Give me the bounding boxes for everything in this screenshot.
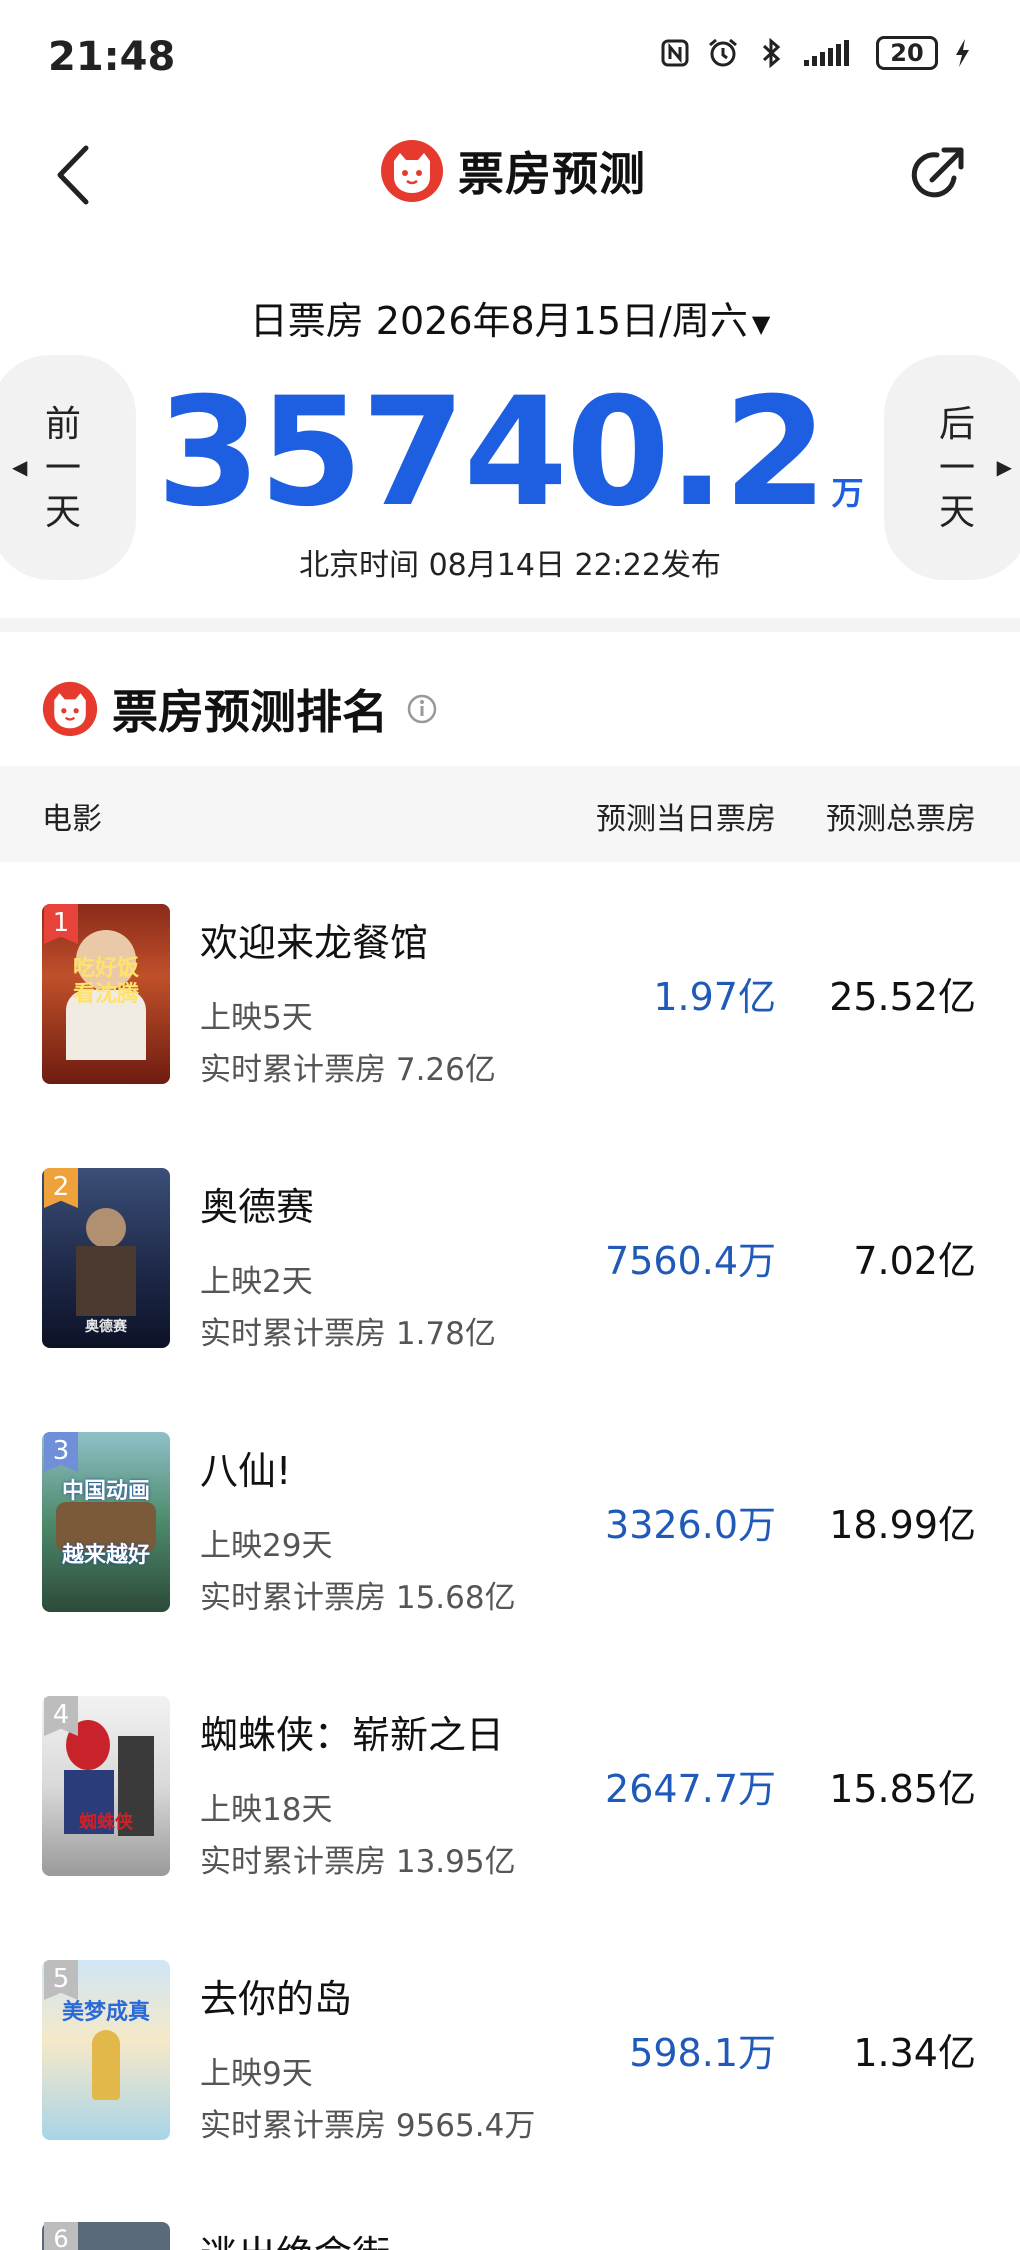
nav-header: 票房预测 <box>0 120 1020 230</box>
movie-day-forecast: 1.97亿 <box>653 975 776 1019</box>
movie-name: 欢迎来龙餐馆 <box>200 921 429 965</box>
movie-row[interactable]: 蜘蛛侠 4 蜘蛛侠：崭新之日 上映18天 实时累计票房 13.95亿 2647.… <box>0 1654 1020 1918</box>
rank-badge: 4 <box>44 1696 78 1736</box>
poster-caption: 吃好饭 看沈腾 <box>72 956 139 1007</box>
movie-cumulative: 实时累计票房 9565.4万 <box>200 2108 536 2144</box>
movie-total-forecast: 18.99亿 <box>829 1503 976 1547</box>
movie-total-forecast: 25.52亿 <box>829 975 976 1019</box>
movie-name: 奥德赛 <box>200 1185 315 1229</box>
movie-poster: 中国动画 越来越好 3 <box>42 1432 170 1612</box>
maoyan-logo-icon <box>42 681 98 737</box>
col-movie: 电影 <box>42 802 102 837</box>
date-selector[interactable]: 日票房 2026年8月15日/周六 ▼ <box>0 290 1020 345</box>
movie-total-forecast: 15.85亿 <box>829 1767 976 1811</box>
movie-name: 蜘蛛侠：崭新之日 <box>200 1713 505 1757</box>
page-title: 票房预测 <box>458 147 646 201</box>
movie-row[interactable]: 吃好饭 看沈腾 1 欢迎来龙餐馆 上映5天 实时累计票房 7.26亿 1.97亿 … <box>0 862 1020 1126</box>
movie-day-forecast: 2647.7万 <box>605 1767 776 1811</box>
caret-down-icon: ▼ <box>751 309 771 338</box>
movie-days: 上映18天 <box>200 1792 333 1828</box>
poster-caption: 中国动画 越来越好 <box>61 1479 150 1568</box>
share-button[interactable] <box>904 142 970 208</box>
movie-day-forecast: 598.1万 <box>629 2031 776 2075</box>
movie-poster: 蜘蛛侠 4 <box>42 1696 170 1876</box>
movie-name: 八仙! <box>200 1449 292 1493</box>
movie-days: 上映5天 <box>200 1000 313 1036</box>
movie-day-forecast: 7560.4万 <box>605 1239 776 1283</box>
poster-caption: 美梦成真 <box>61 2000 150 2025</box>
info-icon[interactable] <box>406 693 438 725</box>
signal-icon <box>802 36 862 70</box>
movie-row[interactable]: 奥德赛 2 奥德赛 上映2天 实时累计票房 1.78亿 7560.4万 7.02… <box>0 1126 1020 1390</box>
col-total-forecast[interactable]: 预测总票房 <box>826 794 976 838</box>
section-divider <box>0 618 1020 632</box>
movie-poster: 吃好饭 看沈腾 1 <box>42 904 170 1084</box>
share-icon <box>911 147 964 198</box>
publish-time: 北京时间 08月14日 22:22发布 <box>299 548 721 583</box>
movie-name: 逃出绝命街 <box>200 2224 390 2250</box>
movie-poster: 奥德赛 2 <box>42 1168 170 1348</box>
status-icons: 20 <box>658 36 972 70</box>
movie-poster: 美梦成真 5 <box>42 1960 170 2140</box>
movie-days: 上映29天 <box>200 1528 333 1564</box>
back-button[interactable] <box>50 140 100 210</box>
movie-poster: 6 <box>42 2222 170 2250</box>
nfc-icon <box>658 36 692 70</box>
movie-row[interactable]: 美梦成真 5 去你的岛 上映9天 实时累计票房 9565.4万 598.1万 1… <box>0 1918 1020 2182</box>
ranking-list: 吃好饭 看沈腾 1 欢迎来龙餐馆 上映5天 实时累计票房 7.26亿 1.97亿 … <box>0 862 1020 2182</box>
maoyan-logo-icon <box>381 140 443 202</box>
movie-day-forecast: 3326.0万 <box>605 1503 776 1547</box>
date-label: 日票房 2026年8月15日/周六 <box>249 299 748 343</box>
daily-box-office-value: 35740.2 <box>156 366 827 540</box>
movie-cumulative: 实时累计票房 1.78亿 <box>200 1316 496 1352</box>
movie-row[interactable]: 中国动画 越来越好 3 八仙! 上映29天 实时累计票房 15.68亿 3326.… <box>0 1390 1020 1654</box>
movie-row-partial[interactable]: 6 逃出绝命街 <box>0 2222 1020 2250</box>
status-time: 21:48 <box>48 34 176 80</box>
rank-badge: 1 <box>44 904 78 944</box>
movie-total-forecast: 1.34亿 <box>853 2031 976 2075</box>
charging-icon <box>952 36 972 70</box>
col-day-forecast[interactable]: 预测当日票房 <box>596 794 776 838</box>
movie-days: 上映2天 <box>200 1264 313 1300</box>
daily-box-office: 35740.2 万 <box>0 378 1020 528</box>
movie-cumulative: 实时累计票房 15.68亿 <box>200 1580 516 1616</box>
daily-box-office-unit: 万 <box>831 474 864 512</box>
rank-badge: 6 <box>44 2222 78 2250</box>
rank-badge: 2 <box>44 1168 78 1208</box>
movie-cumulative: 实时累计票房 7.26亿 <box>200 1052 496 1088</box>
header-title-group: 票房预测 <box>380 138 646 204</box>
ranking-title: 票房预测排名 <box>112 685 388 739</box>
poster-caption: 蜘蛛侠 <box>79 1812 133 1833</box>
alarm-icon <box>706 36 740 70</box>
bluetooth-icon <box>754 36 788 70</box>
status-bar: 21:48 20 <box>0 0 1020 120</box>
table-header: 电影 预测当日票房 预测总票房 <box>0 766 1020 862</box>
movie-days: 上映9天 <box>200 2056 313 2092</box>
chevron-left-icon <box>57 145 89 205</box>
movie-total-forecast: 7.02亿 <box>853 1239 976 1283</box>
movie-cumulative: 实时累计票房 13.95亿 <box>200 1844 516 1880</box>
battery-indicator: 20 <box>876 36 938 70</box>
ranking-heading: 票房预测排名 <box>42 676 438 742</box>
movie-name: 去你的岛 <box>200 1977 353 2021</box>
poster-caption: 奥德赛 <box>85 1319 127 1335</box>
